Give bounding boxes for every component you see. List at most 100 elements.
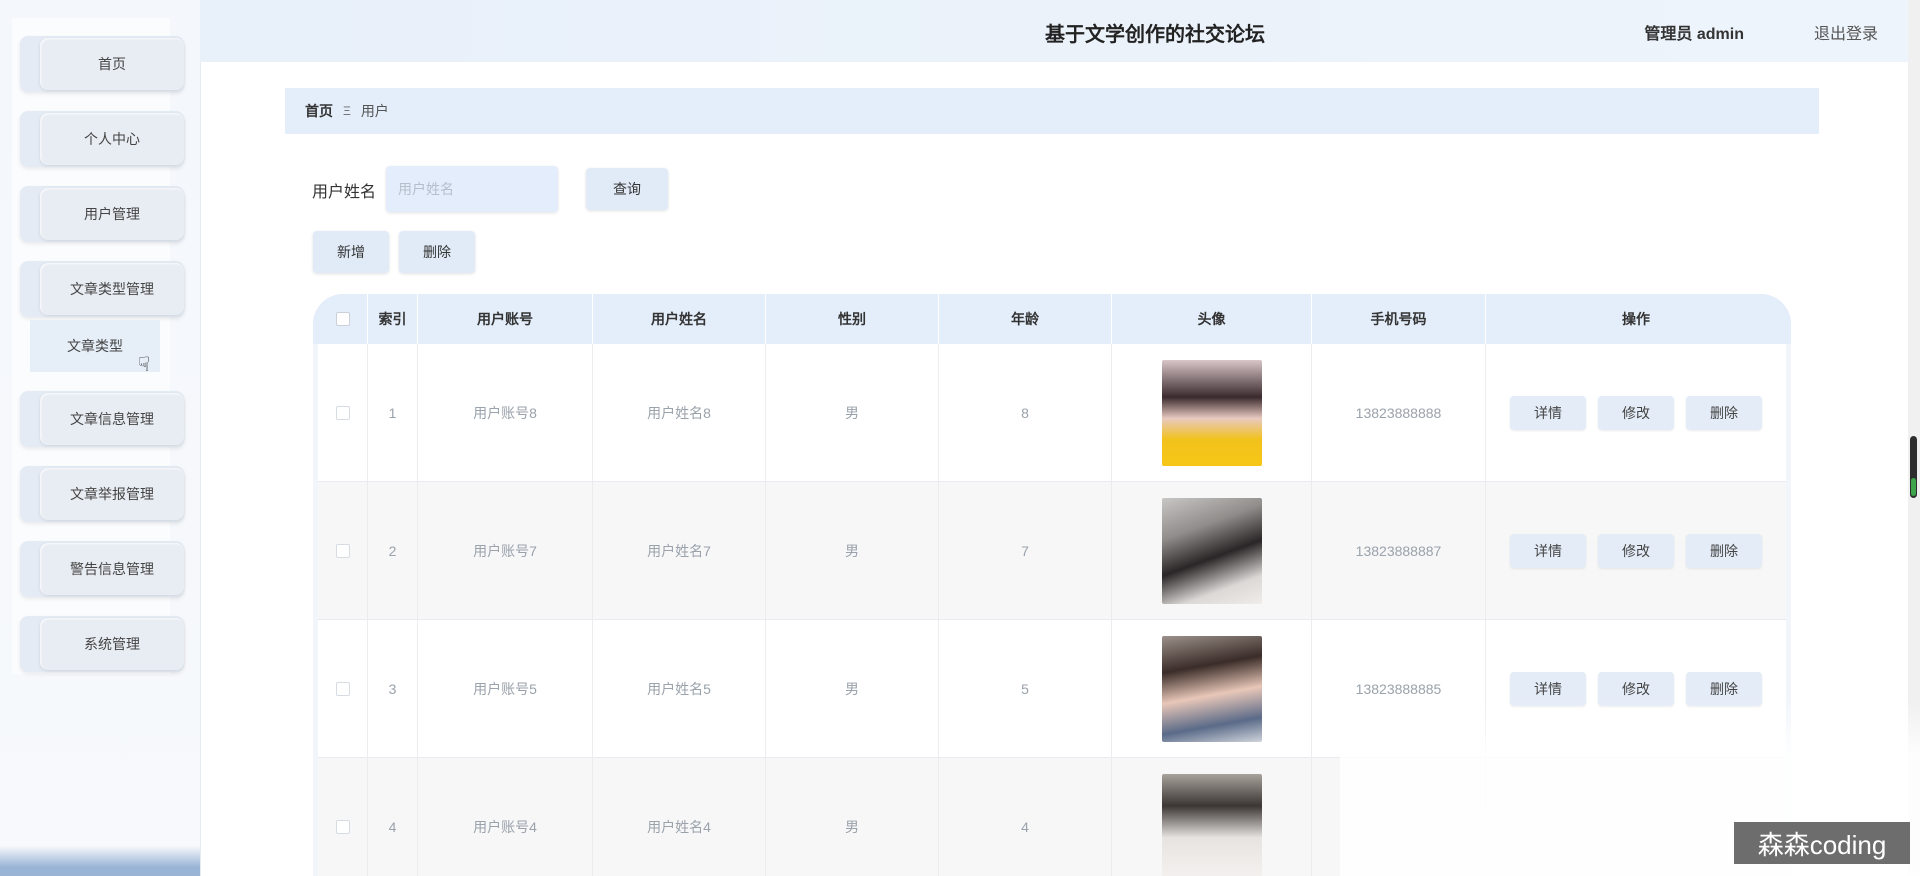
select-all-cell (318, 294, 368, 344)
gender-cell: 男 (766, 344, 939, 482)
sidebar-item-label: 系统管理 (40, 618, 184, 670)
select-all-checkbox[interactable] (335, 312, 350, 326)
table-row: 3 用户账号5 用户姓名5 男 5 13823888885 详情 修改 删除 (318, 620, 1786, 758)
age-cell: 7 (939, 482, 1112, 620)
page-scrollbar[interactable] (1908, 0, 1920, 876)
batch-delete-button[interactable]: 删除 (399, 231, 475, 273)
delete-button[interactable]: 删除 (1686, 396, 1762, 430)
sidebar-item-label: 警告信息管理 (40, 543, 184, 595)
gender-cell: 男 (766, 482, 939, 620)
gender-cell: 男 (766, 620, 939, 758)
phone-cell: 13823888887 (1312, 482, 1486, 620)
name-cell: 用户姓名5 (593, 620, 766, 758)
sidebar-item-label: 文章信息管理 (40, 393, 184, 445)
column-header: 性别 (766, 294, 939, 344)
gender-cell: 男 (766, 758, 939, 876)
row-select-cell (318, 620, 368, 758)
index-cell: 4 (368, 758, 418, 876)
delete-button[interactable]: 删除 (1686, 534, 1762, 568)
scrollbar-accent (1911, 478, 1916, 496)
column-header: 操作 (1622, 311, 1650, 327)
row-checkbox[interactable] (335, 682, 350, 696)
index-cell: 3 (368, 620, 418, 758)
actions-cell: 详情 修改 删除 (1486, 482, 1786, 620)
watermark: 森森coding (1734, 822, 1910, 864)
row-select-cell (318, 758, 368, 876)
sidebar-item-user-management[interactable]: 用户管理 (20, 186, 184, 242)
breadcrumb-home[interactable]: 首页 (305, 101, 333, 121)
avatar (1161, 774, 1262, 876)
breadcrumb-current: 用户 (360, 103, 389, 119)
avatar (1161, 360, 1262, 466)
account-cell: 用户账号8 (418, 344, 593, 482)
actions-cell: 详情 修改 删除 (1486, 344, 1786, 482)
breadcrumb: 首页 Ξ 用户 (285, 88, 1819, 134)
column-header: 用户姓名 (593, 294, 766, 344)
row-checkbox[interactable] (335, 820, 350, 834)
sidebar-item-label: 用户管理 (40, 188, 184, 240)
search-input[interactable] (386, 166, 558, 212)
sidebar-item-article-type-management[interactable]: 文章类型管理 (20, 261, 184, 317)
actions-cell: 详情 修改 删除 (1486, 620, 1786, 758)
name-cell: 用户姓名7 (593, 482, 766, 620)
column-header: 用户账号 (418, 294, 593, 344)
avatar-cell (1112, 344, 1312, 482)
current-user: 管理员 admin (1644, 26, 1744, 43)
breadcrumb-separator-icon: Ξ (343, 104, 351, 118)
search-label: 用户姓名 (312, 184, 377, 201)
table-header: 索引 用户账号 用户姓名 性别 年龄 头像 手机号码 操作 (313, 294, 1791, 344)
sidebar-item-label: 文章举报管理 (40, 468, 184, 520)
index-cell: 1 (368, 344, 418, 482)
account-cell: 用户账号7 (418, 482, 593, 620)
sidebar-item-personal-center[interactable]: 个人中心 (20, 111, 184, 167)
edit-button[interactable]: 修改 (1598, 534, 1674, 568)
table-row: 1 用户账号8 用户姓名8 男 8 13823888888 详情 修改 删除 (318, 344, 1786, 482)
account-cell: 用户账号5 (418, 620, 593, 758)
user-table: 索引 用户账号 用户姓名 性别 年龄 头像 手机号码 操作 1 用户账号8 用户… (313, 294, 1791, 876)
column-header: 索引 (368, 294, 418, 344)
avatar (1161, 636, 1262, 742)
sidebar-item-label: 个人中心 (40, 113, 184, 165)
sidebar-item-warning-info-management[interactable]: 警告信息管理 (20, 541, 184, 597)
logout-link[interactable]: 退出登录 (1814, 20, 1878, 44)
row-checkbox[interactable] (335, 544, 350, 558)
sidebar-item-label: 首页 (40, 38, 184, 90)
table-row: 4 用户账号4 用户姓名4 男 4 (318, 758, 1786, 876)
name-cell: 用户姓名8 (593, 344, 766, 482)
delete-button[interactable]: 删除 (1686, 672, 1762, 706)
add-button[interactable]: 新增 (313, 231, 389, 273)
age-cell: 5 (939, 620, 1112, 758)
avatar-cell (1112, 620, 1312, 758)
age-cell: 4 (939, 758, 1112, 876)
age-cell: 8 (939, 344, 1112, 482)
sidebar-bottom-decoration (0, 846, 200, 876)
sidebar: 首页 个人中心 用户管理 文章类型管理 文章类型 ☟ 文章信息管理 文章举报管理… (0, 0, 201, 876)
sidebar-item-label: 文章类型管理 (40, 263, 184, 315)
detail-button[interactable]: 详情 (1510, 534, 1586, 568)
avatar (1161, 498, 1262, 604)
name-cell: 用户姓名4 (593, 758, 766, 876)
column-header: 年龄 (939, 294, 1112, 344)
top-header: 基于文学创作的社交论坛 管理员 admin 退出登录 (200, 0, 1910, 62)
sidebar-item-article-info-management[interactable]: 文章信息管理 (20, 391, 184, 447)
detail-button[interactable]: 详情 (1510, 396, 1586, 430)
sidebar-item-home[interactable]: 首页 (20, 36, 184, 92)
table-row: 2 用户账号7 用户姓名7 男 7 13823888887 详情 修改 删除 (318, 482, 1786, 620)
sidebar-item-system-management[interactable]: 系统管理 (20, 616, 184, 672)
row-select-cell (318, 482, 368, 620)
sidebar-item-article-report-management[interactable]: 文章举报管理 (20, 466, 184, 522)
avatar-cell (1112, 758, 1312, 876)
row-checkbox[interactable] (335, 406, 350, 420)
column-header: 手机号码 (1312, 294, 1486, 344)
avatar-cell (1112, 482, 1312, 620)
phone-cell: 13823888888 (1312, 344, 1486, 482)
query-button[interactable]: 查询 (586, 168, 668, 210)
edit-button[interactable]: 修改 (1598, 396, 1674, 430)
index-cell: 2 (368, 482, 418, 620)
row-select-cell (318, 344, 368, 482)
phone-cell: 13823888885 (1312, 620, 1486, 758)
account-cell: 用户账号4 (418, 758, 593, 876)
edit-button[interactable]: 修改 (1598, 672, 1674, 706)
detail-button[interactable]: 详情 (1510, 672, 1586, 706)
phone-cell (1312, 758, 1486, 876)
